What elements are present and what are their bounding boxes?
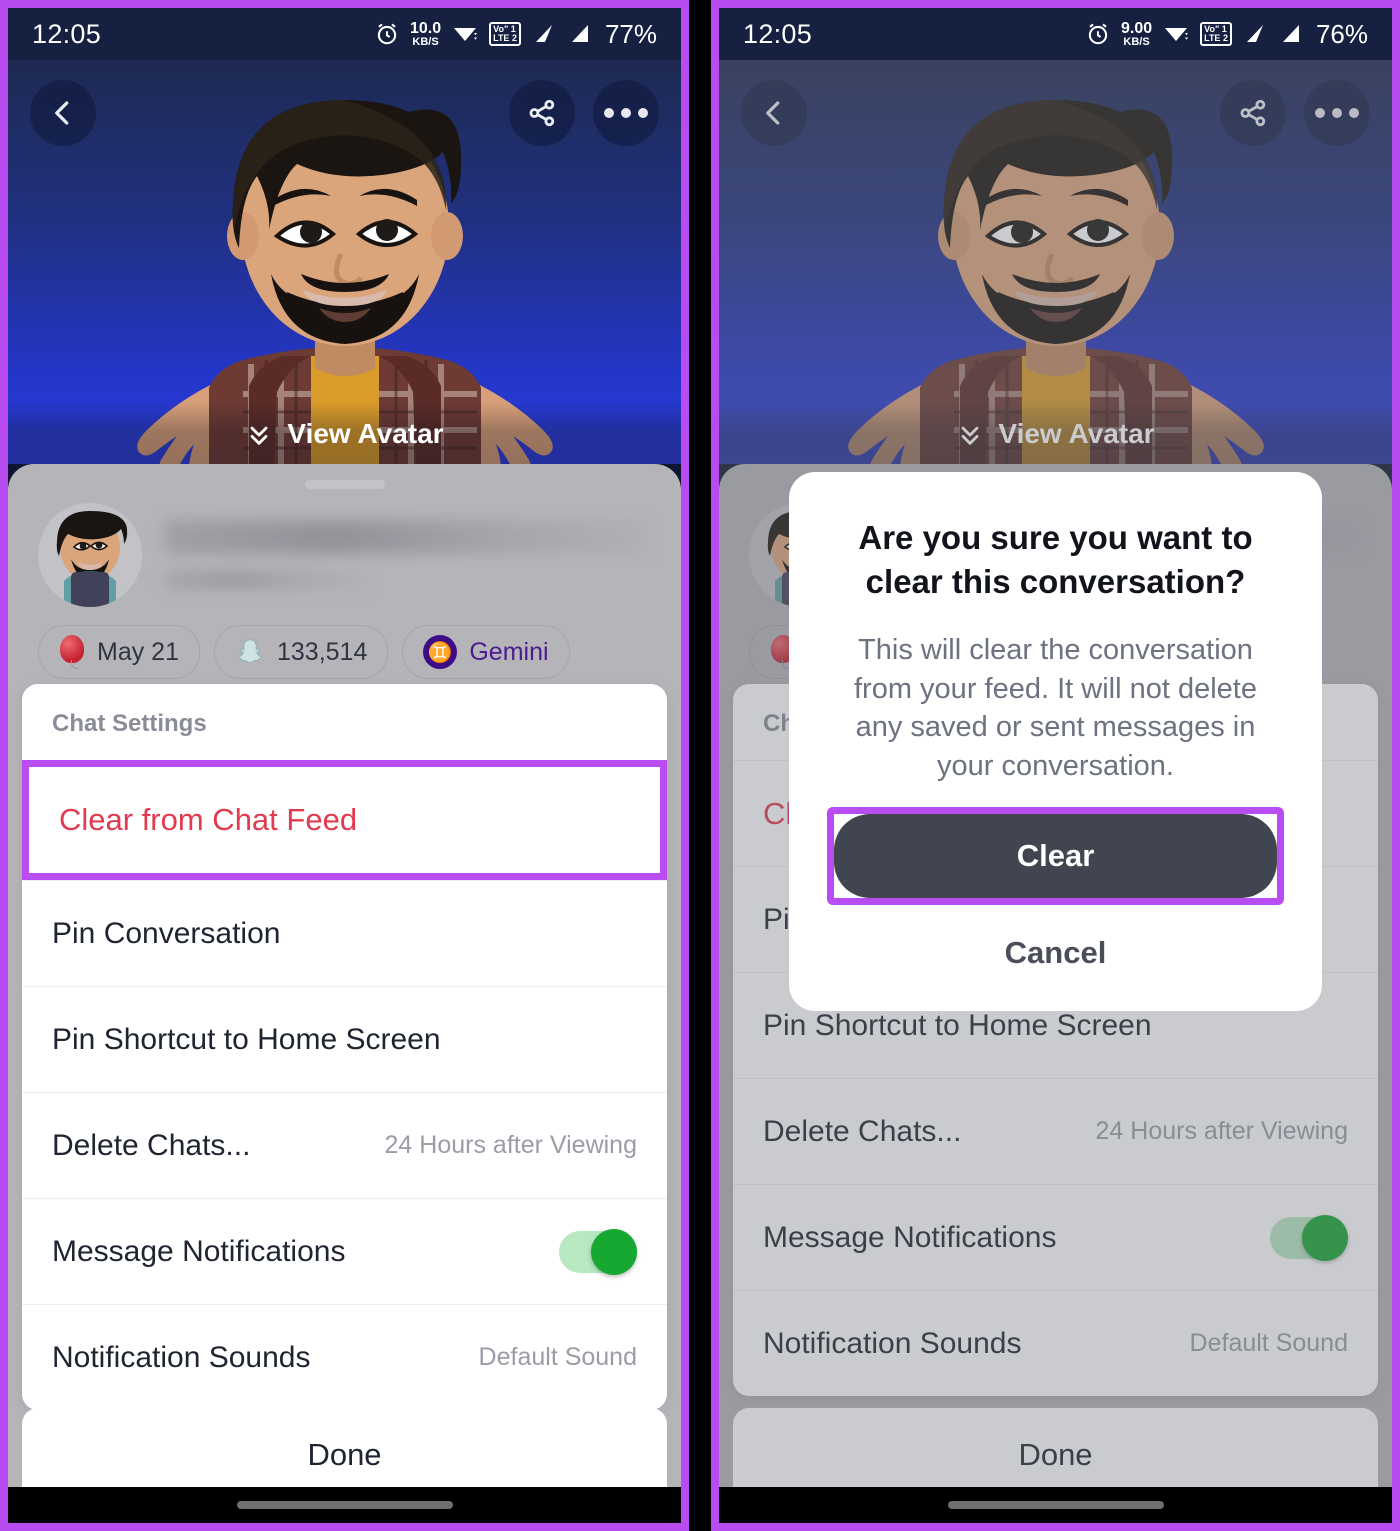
signal-sim2-icon: [567, 22, 593, 46]
signal-sim1-icon: [531, 22, 557, 46]
data-rate-value: 9.00: [1120, 19, 1153, 37]
dialog-confirm-label: Clear: [1016, 838, 1095, 874]
settings-row-label: Pin Shortcut to Home Screen: [52, 1022, 441, 1056]
dialog-title: Are you sure you want to clear this conv…: [858, 519, 1253, 600]
battery-percent: 77%: [604, 18, 657, 49]
chat-settings-card: Chat Settings Clear from Chat Feed Pin C…: [22, 684, 667, 1410]
avatar-hero: View Avatar: [8, 60, 681, 464]
signal-sim2-icon: [1278, 22, 1304, 46]
status-time: 12:05: [32, 18, 102, 49]
dialog-body: This will clear the conversation from yo…: [854, 634, 1257, 782]
share-icon: [529, 99, 555, 127]
phone-screen-right: 12:05 9.00 KB/S Vo" 1 LTE 2 76% View Ava…: [719, 8, 1392, 1523]
more-options-button[interactable]: [593, 80, 659, 146]
view-avatar-label: View Avatar: [287, 418, 444, 449]
username-blurred: [164, 570, 369, 590]
settings-row-delete-chats[interactable]: Delete Chats... 24 Hours after Viewing: [22, 1092, 667, 1198]
alarm-clock-icon: [374, 21, 400, 47]
balloon-icon: [59, 635, 85, 669]
highlight-box-clear-button: Clear: [827, 807, 1284, 906]
settings-row-label: Notification Sounds: [52, 1340, 311, 1374]
gemini-icon: ♊: [423, 635, 458, 669]
dialog-cancel-label: Cancel: [1004, 935, 1107, 971]
settings-row-label: Pin Conversation: [52, 916, 281, 950]
hero-nav-buttons: [8, 68, 681, 158]
chip-birthday[interactable]: May 21: [38, 625, 200, 679]
screenshot-stage: 12:05 10.0 KB/S Vo" 1 LTE 2 77% View Ava…: [0, 0, 1400, 1531]
chat-settings-title: Chat Settings: [52, 710, 207, 737]
data-rate-value: 10.0: [409, 19, 442, 37]
phone-screenshot-left: 12:05 10.0 KB/S Vo" 1 LTE 2 77% View Ava…: [0, 0, 689, 1531]
settings-row-clear-from-chat-feed[interactable]: Clear from Chat Feed: [29, 767, 660, 873]
sheet-grabber[interactable]: [304, 480, 385, 489]
avatar[interactable]: [38, 503, 142, 607]
hero-action-buttons: [509, 80, 659, 146]
settings-row-label: Message Notifications: [52, 1234, 346, 1268]
data-rate-unit: KB/S: [1123, 35, 1150, 48]
settings-row-notification-sounds[interactable]: Notification Sounds Default Sound: [22, 1304, 667, 1410]
status-bar: 12:05 9.00 KB/S Vo" 1 LTE 2 76%: [719, 8, 1392, 60]
settings-row-pin-shortcut-to-home-screen[interactable]: Pin Shortcut to Home Screen: [22, 986, 667, 1092]
data-rate-unit: KB/S: [412, 35, 439, 48]
volte-line2: LTE 2: [1204, 33, 1228, 43]
settings-row-label: Clear from Chat Feed: [59, 802, 358, 837]
volte-icon: Vo" 1 LTE 2: [489, 22, 521, 46]
alarm-clock-icon: [1085, 21, 1111, 47]
clear-conversation-dialog: Are you sure you want to clear this conv…: [789, 472, 1322, 1012]
status-bar: 12:05 10.0 KB/S Vo" 1 LTE 2 77%: [8, 8, 681, 60]
data-rate-indicator: 10.0 KB/S: [409, 19, 442, 48]
home-indicator[interactable]: [947, 1501, 1164, 1509]
chip-snapscore[interactable]: 133,514: [213, 625, 389, 679]
settings-row-value: 24 Hours after Viewing: [384, 1131, 637, 1159]
settings-row-value: Default Sound: [478, 1343, 637, 1371]
system-navigation-bar: [8, 1487, 681, 1523]
chevron-double-down-icon: [251, 426, 268, 445]
back-button[interactable]: [30, 80, 96, 146]
data-rate-indicator: 9.00 KB/S: [1120, 19, 1153, 48]
profile-name-block: [164, 520, 651, 590]
profile-chips: May 21 133,514 ♊ Gemini: [8, 607, 681, 679]
profile-header-row: [8, 489, 681, 607]
home-indicator[interactable]: [236, 1501, 453, 1509]
battery-percent: 76%: [1315, 18, 1368, 49]
snapchat-ghost-icon: [237, 639, 263, 664]
volte-icon: Vo" 1 LTE 2: [1200, 22, 1232, 46]
wifi-icon: [451, 22, 479, 46]
share-button[interactable]: [509, 80, 575, 146]
chip-snapscore-label: 133,514: [276, 637, 368, 666]
phone-screen-left: 12:05 10.0 KB/S Vo" 1 LTE 2 77% View Ava…: [8, 8, 681, 1523]
highlight-box-clear-from-chat-feed: Clear from Chat Feed: [22, 760, 667, 880]
dialog-cancel-button[interactable]: Cancel: [827, 935, 1284, 977]
status-icons: 10.0 KB/S Vo" 1 LTE 2 77%: [374, 19, 657, 50]
status-icons: 9.00 KB/S Vo" 1 LTE 2 76%: [1085, 19, 1368, 50]
chevron-left-icon: [55, 101, 69, 125]
settings-row-label: Delete Chats...: [52, 1128, 251, 1162]
signal-sim1-icon: [1242, 22, 1268, 46]
phone-screenshot-right: 12:05 9.00 KB/S Vo" 1 LTE 2 76% View Ava…: [711, 0, 1400, 1531]
chip-birthday-label: May 21: [97, 637, 179, 666]
status-time: 12:05: [743, 18, 813, 49]
done-button-label: Done: [307, 1437, 382, 1472]
ellipsis-icon: [604, 108, 648, 118]
message-notifications-toggle[interactable]: [559, 1228, 637, 1275]
volte-line2: LTE 2: [493, 33, 517, 43]
settings-row-pin-conversation[interactable]: Pin Conversation: [22, 880, 667, 986]
view-avatar-button[interactable]: View Avatar: [8, 402, 681, 464]
chip-zodiac-label: Gemini: [469, 637, 549, 666]
display-name-blurred: [164, 520, 651, 554]
system-navigation-bar: [719, 1487, 1392, 1523]
settings-row-message-notifications[interactable]: Message Notifications: [22, 1198, 667, 1304]
dialog-confirm-button[interactable]: Clear: [834, 814, 1277, 899]
chip-zodiac[interactable]: ♊ Gemini: [402, 625, 570, 679]
wifi-icon: [1162, 22, 1190, 46]
